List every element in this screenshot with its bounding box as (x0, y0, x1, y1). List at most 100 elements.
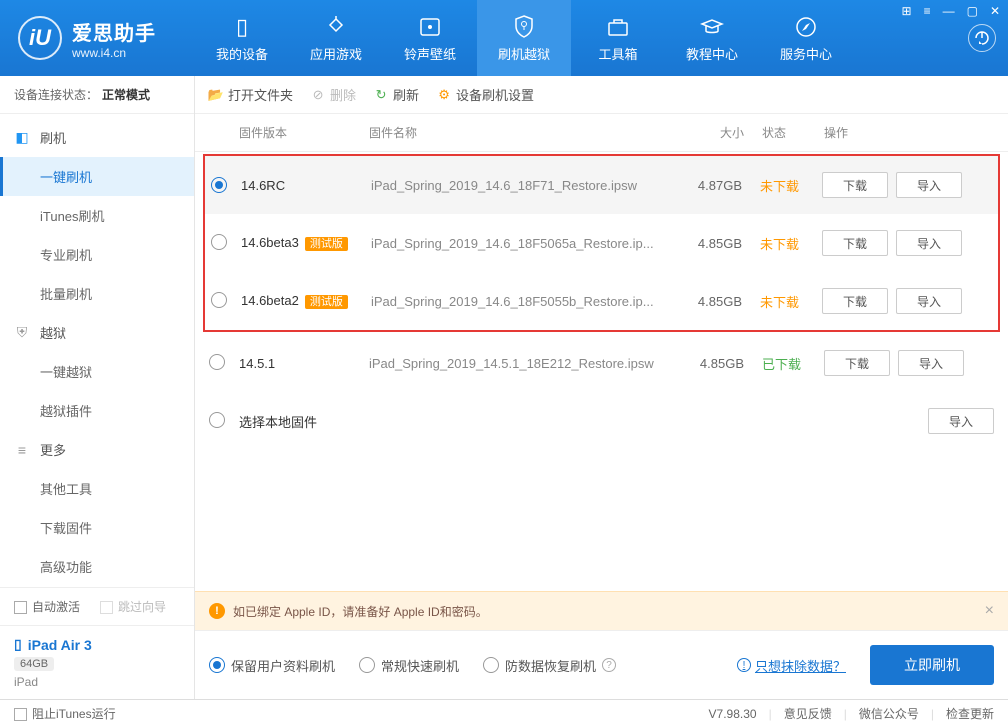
firmware-size: 4.85GB (698, 236, 742, 251)
sidebar-item-batch-flash[interactable]: 批量刷机 (0, 274, 194, 313)
local-firmware-label: 选择本地固件 (239, 415, 317, 430)
image-icon (419, 14, 441, 40)
sidebar-item-oneclick-jb[interactable]: 一键越狱 (0, 352, 194, 391)
option-normal[interactable]: 常规快速刷机 (359, 656, 459, 675)
firmware-version: 14.6RC (241, 178, 285, 193)
warning-icon: ! (209, 603, 225, 619)
import-button[interactable]: 导入 (896, 230, 962, 256)
nav-label: 工具箱 (598, 44, 637, 63)
table-row[interactable]: 14.6beta2测试版iPad_Spring_2019_14.6_18F505… (205, 272, 998, 330)
erase-data-link[interactable]: ! 只想抹除数据？ (737, 656, 846, 675)
refresh-button[interactable]: ↻ 刷新 (374, 85, 419, 104)
pin-icon[interactable]: ⊞ (902, 4, 912, 18)
delete-icon: ⊘ (311, 88, 325, 102)
radio-firmware[interactable] (211, 292, 227, 308)
top-nav: ▯ 我的设备 应用游戏 铃声壁纸 刷机越狱 工具箱 教程中心 服务中心 (195, 0, 968, 76)
window-controls: ⊞ ≡ — ▢ ✕ (902, 4, 1000, 18)
graduation-icon (700, 14, 724, 40)
footer: 阻止iTunes运行 V7.98.30 | 意见反馈 | 微信公众号 | 检查更… (0, 699, 1008, 727)
sidebar-group-flash[interactable]: ◧ 刷机 (0, 118, 194, 157)
nav-service[interactable]: 服务中心 (759, 0, 853, 76)
feedback-link[interactable]: 意见反馈 (784, 705, 832, 722)
option-label: 防数据恢复刷机 (505, 656, 596, 675)
auto-activate-checkbox[interactable]: 自动激活 (14, 598, 80, 615)
option-keep-data[interactable]: 保留用户资料刷机 (209, 656, 335, 675)
check-update-link[interactable]: 检查更新 (946, 705, 994, 722)
sidebar-item-download-fw[interactable]: 下载固件 (0, 508, 194, 547)
toolbox-icon (607, 14, 629, 40)
help-icon[interactable]: ? (602, 658, 616, 672)
sidebar-group-more[interactable]: ≡ 更多 (0, 430, 194, 469)
flash-icon: ◧ (14, 130, 30, 146)
sync-button[interactable] (968, 24, 996, 52)
nav-flash[interactable]: 刷机越狱 (477, 0, 571, 76)
device-icon: ▯ (14, 636, 22, 653)
table-row[interactable]: 14.6RCiPad_Spring_2019_14.6_18F71_Restor… (205, 156, 998, 214)
device-name-text: iPad Air 3 (28, 637, 92, 653)
menu-icon[interactable]: ≡ (924, 4, 931, 18)
download-button[interactable]: 下载 (822, 230, 888, 256)
nav-label: 服务中心 (780, 44, 832, 63)
firmware-name: iPad_Spring_2019_14.6_18F5065a_Restore.i… (371, 236, 654, 251)
flash-options: 保留用户资料刷机 常规快速刷机 防数据恢复刷机 ? ! 只想抹除数据？ 立即刷机 (195, 630, 1008, 699)
device-storage: 64GB (14, 657, 54, 671)
sidebar-item-pro-flash[interactable]: 专业刷机 (0, 235, 194, 274)
nav-label: 应用游戏 (310, 44, 362, 63)
table-row[interactable]: 14.6beta3测试版iPad_Spring_2019_14.6_18F506… (205, 214, 998, 272)
sidebar-item-itunes-flash[interactable]: iTunes刷机 (0, 196, 194, 235)
wechat-link[interactable]: 微信公众号 (859, 705, 919, 722)
device-info[interactable]: ▯ iPad Air 3 64GB iPad (0, 625, 194, 699)
nav-my-device[interactable]: ▯ 我的设备 (195, 0, 289, 76)
refresh-icon: ↻ (374, 88, 388, 102)
download-button[interactable]: 下载 (822, 288, 888, 314)
link-label: 只想抹除数据？ (755, 656, 846, 675)
import-button[interactable]: 导入 (898, 350, 964, 376)
download-button[interactable]: 下载 (822, 172, 888, 198)
download-button[interactable]: 下载 (824, 350, 890, 376)
info-icon: ! (737, 658, 751, 672)
sidebar-item-advanced[interactable]: 高级功能 (0, 547, 194, 586)
beta-badge: 测试版 (305, 237, 348, 251)
header-version: 固件版本 (239, 124, 369, 141)
nav-ringtones[interactable]: 铃声壁纸 (383, 0, 477, 76)
maximize-icon[interactable]: ▢ (967, 4, 978, 18)
logo-area: iU 爱思助手 www.i4.cn (0, 16, 195, 60)
shield-small-icon: ⛨ (14, 325, 30, 341)
open-folder-button[interactable]: 📂 打开文件夹 (209, 85, 293, 104)
button-label: 刷新 (393, 85, 419, 104)
table-row[interactable]: 14.5.1iPad_Spring_2019_14.5.1_18E212_Res… (195, 334, 1008, 392)
sidebar-item-oneclick-flash[interactable]: 一键刷机 (0, 157, 194, 196)
firmware-status: 未下载 (760, 237, 799, 252)
option-anti-recovery[interactable]: 防数据恢复刷机 ? (483, 656, 616, 675)
radio-firmware[interactable] (211, 234, 227, 250)
import-button[interactable]: 导入 (896, 172, 962, 198)
version-label: V7.98.30 (709, 707, 757, 721)
skip-wizard-checkbox[interactable]: 跳过向导 (100, 598, 166, 615)
settings-button[interactable]: ⚙ 设备刷机设置 (437, 85, 534, 104)
local-firmware-row: 选择本地固件 导入 (195, 392, 1008, 450)
minimize-icon[interactable]: — (943, 4, 955, 18)
firmware-name: iPad_Spring_2019_14.5.1_18E212_Restore.i… (369, 356, 654, 371)
nav-tutorials[interactable]: 教程中心 (665, 0, 759, 76)
close-icon[interactable]: ✕ (990, 4, 1000, 18)
header-action: 操作 (824, 124, 994, 141)
stop-itunes-checkbox[interactable]: 阻止iTunes运行 (14, 705, 116, 722)
sidebar-group-jailbreak[interactable]: ⛨ 越狱 (0, 313, 194, 352)
import-button[interactable]: 导入 (896, 288, 962, 314)
flash-now-button[interactable]: 立即刷机 (870, 645, 994, 685)
warning-close-button[interactable]: × (985, 602, 994, 620)
nav-apps[interactable]: 应用游戏 (289, 0, 383, 76)
checkbox-label: 自动激活 (32, 600, 80, 614)
app-title: 爱思助手 (72, 17, 156, 46)
radio-firmware[interactable] (211, 177, 227, 193)
compass-icon (795, 14, 817, 40)
delete-button[interactable]: ⊘ 删除 (311, 85, 356, 104)
radio-firmware[interactable] (209, 354, 225, 370)
radio-local[interactable] (209, 412, 225, 428)
firmware-size: 4.85GB (700, 356, 744, 371)
nav-label: 刷机越狱 (498, 44, 550, 63)
sidebar-item-jb-plugins[interactable]: 越狱插件 (0, 391, 194, 430)
import-button[interactable]: 导入 (928, 408, 994, 434)
sidebar-item-other-tools[interactable]: 其他工具 (0, 469, 194, 508)
nav-toolbox[interactable]: 工具箱 (571, 0, 665, 76)
